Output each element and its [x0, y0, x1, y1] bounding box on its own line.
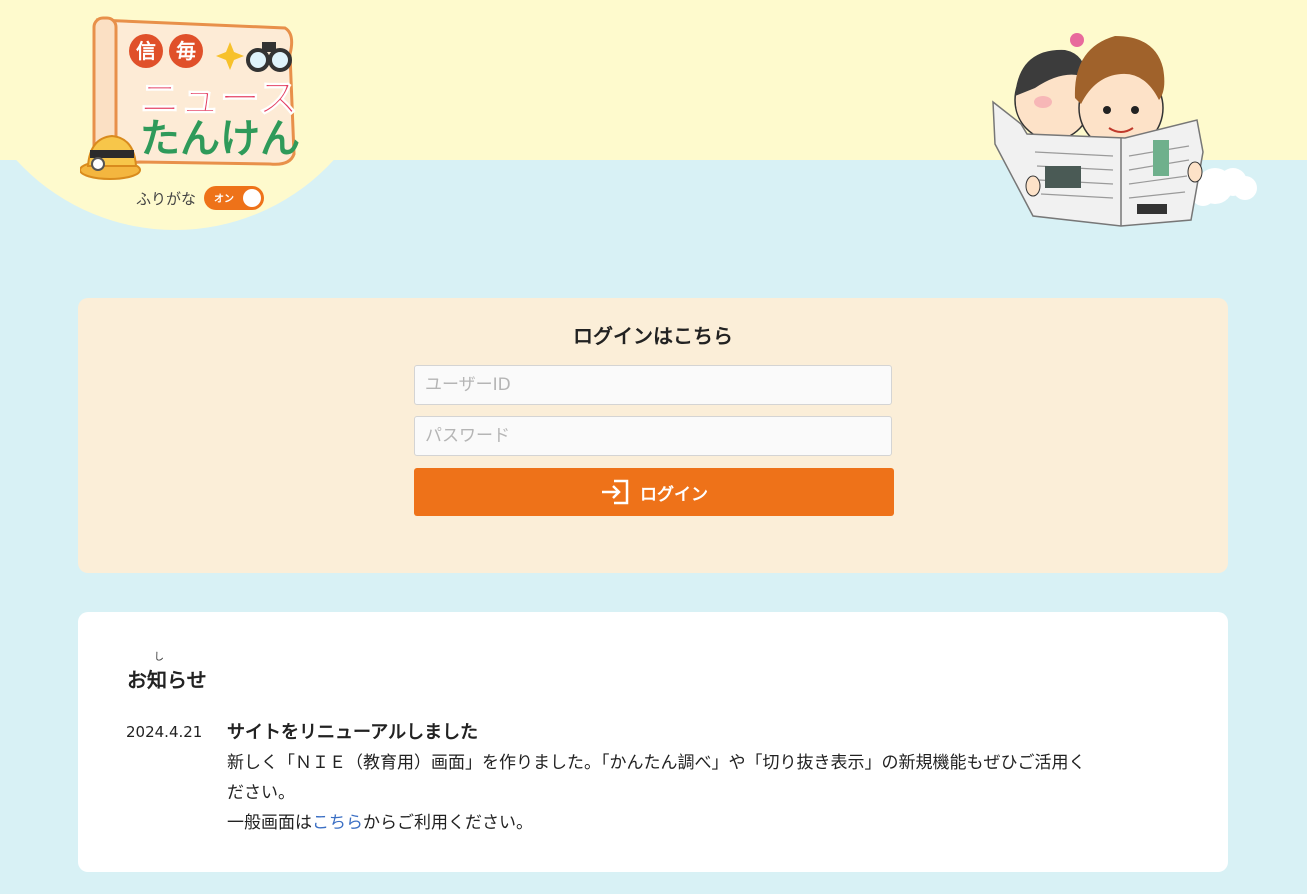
kids-reading-newspaper-illustration: [992, 33, 1257, 227]
notice-headline: サイトをリニューアルしました: [227, 722, 479, 743]
logo-line-tanken: たんけん: [140, 116, 300, 162]
notice-panel: し お知らせ 2024.4.21 サイトをリニューアルしました 新しく「ＮＩＥ（…: [78, 612, 1228, 872]
notice-text: からご利用ください。: [363, 813, 533, 833]
password-input[interactable]: [414, 416, 892, 456]
login-panel: ログインはこちら ログイン: [78, 298, 1228, 573]
furigana-control: ふりがな オン: [136, 186, 265, 210]
furigana-label: ふりがな: [136, 189, 197, 208]
user-id-input[interactable]: [414, 365, 892, 405]
notice-title: お知らせ: [127, 668, 207, 692]
furigana-toggle[interactable]: オン: [204, 186, 265, 210]
logo-tag-2: 毎: [176, 39, 196, 63]
notice-date: 2024.4.21: [126, 723, 203, 741]
notice-body-line: ださい。: [227, 783, 295, 803]
general-screen-link[interactable]: こちら: [312, 813, 363, 833]
notice-body-line: 一般画面はこちらからご利用ください。: [227, 808, 1187, 838]
logo-tag-1: 信: [136, 39, 156, 63]
notice-title-ruby: し: [154, 652, 164, 663]
login-button-label: ログイン: [640, 484, 708, 505]
notice-body-line: 新しく「ＮＩＥ（教育用）画面」を作りました。「かんたん調べ」や「切り抜き表示」の…: [227, 753, 1086, 773]
login-title: ログインはこちら: [573, 324, 733, 348]
site-logo[interactable]: 信 毎 ニュース たんけん: [80, 14, 305, 184]
toggle-knob: [243, 189, 262, 207]
notice-text: 一般画面は: [227, 813, 312, 833]
toggle-state-text: オン: [214, 194, 235, 205]
login-button[interactable]: ログイン: [414, 468, 894, 516]
login-icon: [602, 479, 629, 505]
notice-item: サイトをリニューアルしました 新しく「ＮＩＥ（教育用）画面」を作りました。「かん…: [227, 718, 1187, 838]
